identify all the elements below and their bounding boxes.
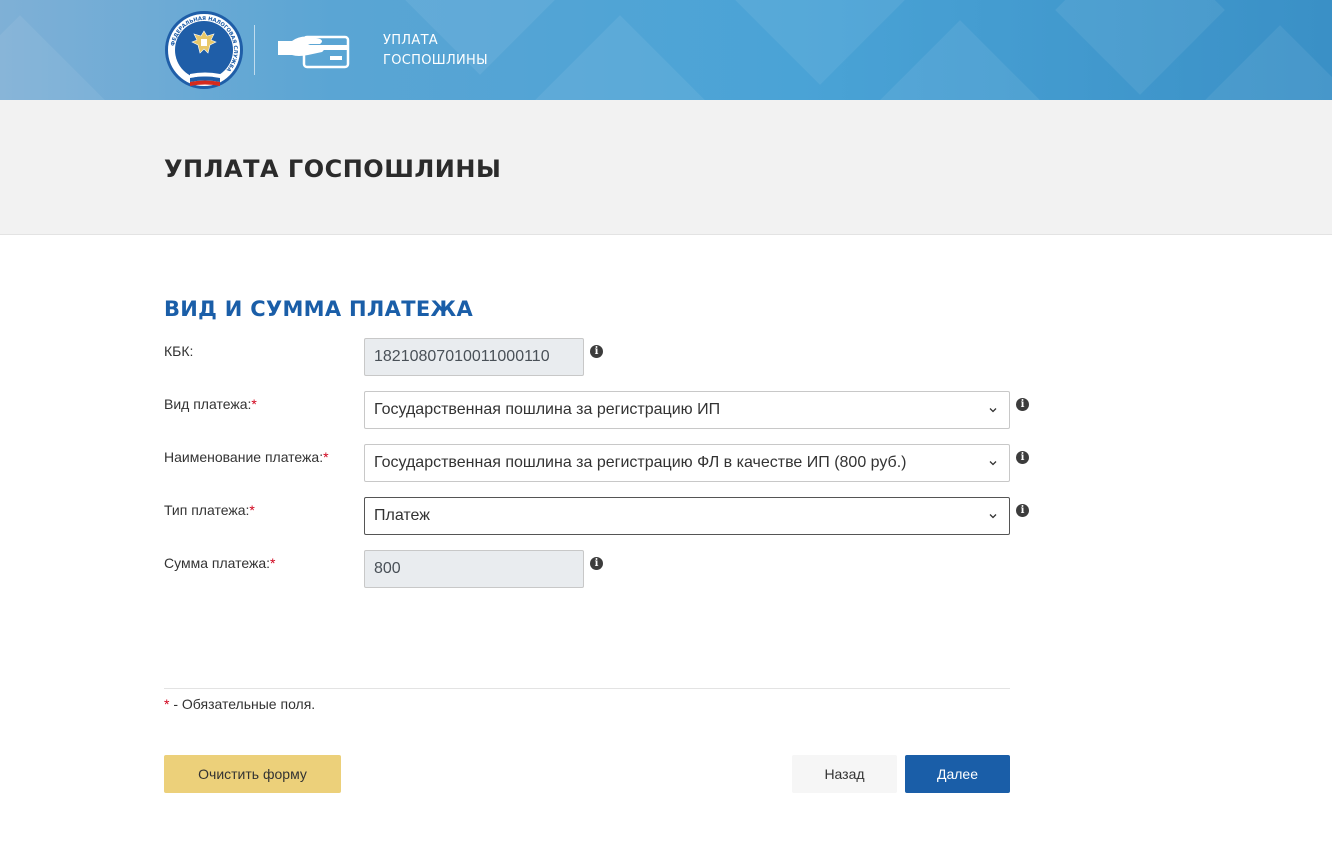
payment-type-label-text: Тип платежа:: [164, 502, 250, 518]
banner-title-line1: УПЛАТА: [383, 33, 438, 48]
banner-title-line2: ГОСПОШЛИНЫ: [383, 53, 488, 68]
payment-kind-label: Вид платежа:*: [164, 396, 257, 412]
eagle-icon: [191, 30, 217, 54]
kbk-label-text: КБК:: [164, 343, 194, 359]
payment-amount-label: Сумма платежа:*: [164, 555, 276, 571]
required-asterisk: *: [249, 502, 255, 518]
payment-name-value: Государственная пошлина за регистрацию Ф…: [374, 454, 907, 471]
kbk-value: 18210807010011000110: [374, 348, 550, 365]
payment-type-select[interactable]: Платеж: [364, 497, 1010, 535]
page-title: УПЛАТА ГОСПОШЛИНЫ: [164, 155, 502, 183]
required-asterisk: *: [323, 449, 329, 465]
payment-amount-field: 800: [364, 550, 584, 588]
title-band: УПЛАТА ГОСПОШЛИНЫ: [0, 100, 1332, 235]
kbk-info-icon[interactable]: i: [590, 345, 603, 358]
clear-form-button[interactable]: Очистить форму: [164, 755, 341, 793]
back-button[interactable]: Назад: [792, 755, 897, 793]
fns-emblem-icon[interactable]: ФЕДЕРАЛЬНАЯ НАЛОГОВАЯ СЛУЖБА: [165, 11, 243, 89]
required-note: * - Обязательные поля.: [164, 696, 315, 712]
payment-type-info-icon[interactable]: i: [1016, 504, 1029, 517]
kbk-field: 18210807010011000110: [364, 338, 584, 376]
payment-kind-info-icon[interactable]: i: [1016, 398, 1029, 411]
section-title: ВИД И СУММА ПЛАТЕЖА: [164, 297, 474, 321]
payment-kind-label-text: Вид платежа:: [164, 396, 252, 412]
payment-amount-label-text: Сумма платежа:: [164, 555, 271, 571]
payment-kind-value: Государственная пошлина за регистрацию И…: [374, 401, 721, 418]
chevron-down-icon: [989, 514, 997, 519]
payment-type-label: Тип платежа:*: [164, 502, 255, 518]
banner-title[interactable]: УПЛАТА ГОСПОШЛИНЫ: [383, 31, 488, 71]
russian-flag-icon: [190, 72, 220, 86]
next-button[interactable]: Далее: [905, 755, 1010, 793]
form-divider: [164, 688, 1010, 689]
kbk-label: КБК:: [164, 343, 193, 359]
payment-kind-select[interactable]: Государственная пошлина за регистрацию И…: [364, 391, 1010, 429]
payment-name-label: Наименование платежа:*: [164, 449, 329, 465]
payment-name-info-icon[interactable]: i: [1016, 451, 1029, 464]
required-asterisk: *: [251, 396, 257, 412]
card-payment-icon: [278, 35, 350, 69]
payment-amount-value: 800: [374, 560, 401, 577]
payment-type-value: Платеж: [374, 507, 430, 524]
chevron-down-icon: [989, 408, 997, 413]
payment-name-select[interactable]: Государственная пошлина за регистрацию Ф…: [364, 444, 1010, 482]
payment-name-label-text: Наименование платежа:: [164, 449, 324, 465]
chevron-down-icon: [989, 461, 997, 466]
payment-amount-info-icon[interactable]: i: [590, 557, 603, 570]
required-note-text: - Обязательные поля.: [169, 696, 316, 712]
required-asterisk: *: [270, 555, 276, 571]
header-banner: ФЕДЕРАЛЬНАЯ НАЛОГОВАЯ СЛУЖБА УПЛАТА ГОСП…: [0, 0, 1332, 100]
header-divider: [254, 25, 255, 75]
